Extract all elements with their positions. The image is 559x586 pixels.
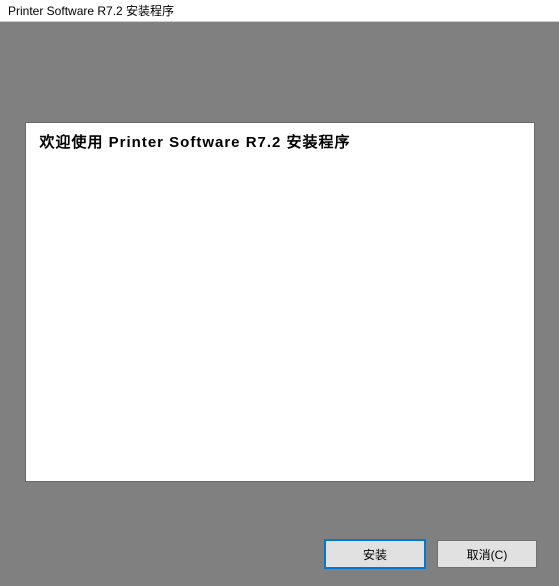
content-panel: 欢迎使用 Printer Software R7.2 安装程序	[25, 122, 535, 482]
installer-window: Printer Software R7.2 安装程序 欢迎使用 Printer …	[0, 0, 559, 586]
window-title: Printer Software R7.2 安装程序	[8, 2, 174, 19]
button-row: 安装 取消(C)	[325, 540, 537, 568]
titlebar: Printer Software R7.2 安装程序	[0, 0, 559, 22]
cancel-button[interactable]: 取消(C)	[437, 540, 537, 568]
client-area: 欢迎使用 Printer Software R7.2 安装程序 安装 取消(C)	[0, 22, 559, 586]
welcome-heading: 欢迎使用 Printer Software R7.2 安装程序	[40, 131, 520, 152]
install-button[interactable]: 安装	[325, 540, 425, 568]
